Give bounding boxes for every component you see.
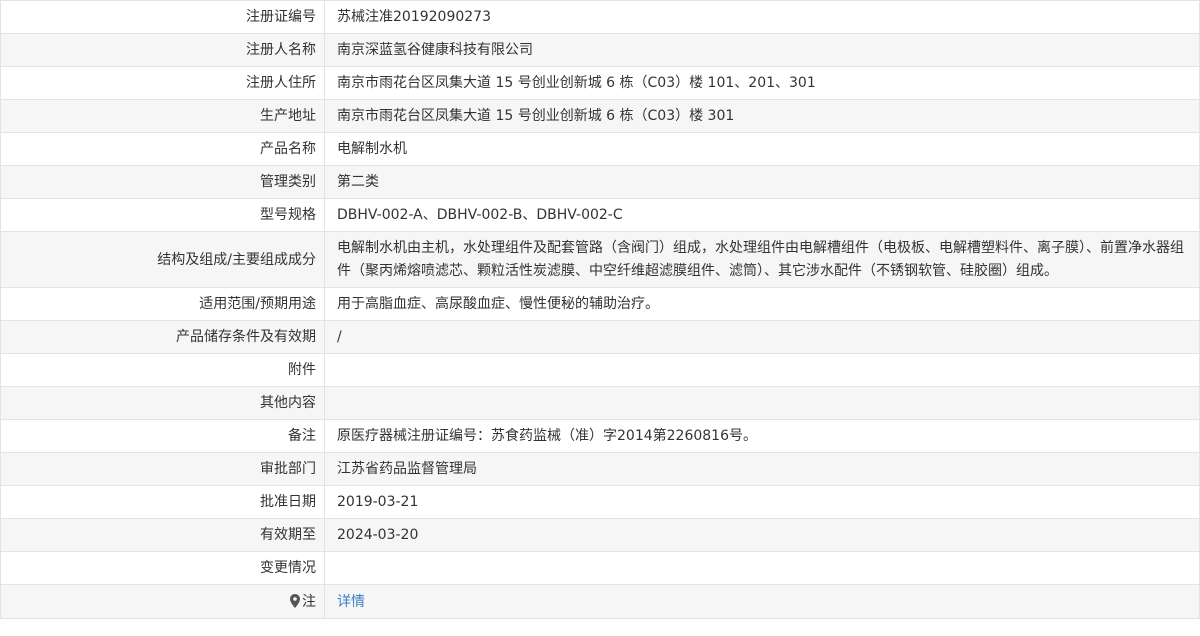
row-change-history: 变更情况 bbox=[0, 551, 1200, 585]
note-label-text: 注 bbox=[302, 593, 316, 610]
row-product-name: 产品名称 电解制水机 bbox=[0, 132, 1200, 166]
value-valid-until: 2024-03-20 bbox=[324, 518, 1200, 552]
map-pin-icon bbox=[290, 593, 300, 608]
label-product-name: 产品名称 bbox=[0, 132, 325, 166]
value-change-history bbox=[324, 551, 1200, 585]
value-note: 详情 bbox=[324, 584, 1200, 619]
label-registration-number: 注册证编号 bbox=[0, 0, 325, 34]
value-structure-composition: 电解制水机由主机，水处理组件及配套管路（含阀门）组成，水处理组件由电解槽组件（电… bbox=[324, 231, 1200, 288]
label-other-content: 其他内容 bbox=[0, 386, 325, 420]
row-structure-composition: 结构及组成/主要组成成分 电解制水机由主机，水处理组件及配套管路（含阀门）组成，… bbox=[0, 231, 1200, 288]
row-storage-validity: 产品储存条件及有效期 / bbox=[0, 320, 1200, 354]
label-registrant-address: 注册人住所 bbox=[0, 66, 325, 100]
label-production-address: 生产地址 bbox=[0, 99, 325, 133]
label-attachments: 附件 bbox=[0, 353, 325, 387]
value-product-name: 电解制水机 bbox=[324, 132, 1200, 166]
label-intended-use: 适用范围/预期用途 bbox=[0, 287, 325, 321]
value-intended-use: 用于高脂血症、高尿酸血症、慢性便秘的辅助治疗。 bbox=[324, 287, 1200, 321]
value-production-address: 南京市雨花台区凤集大道 15 号创业创新城 6 栋（C03）楼 301 bbox=[324, 99, 1200, 133]
row-registration-number: 注册证编号 苏械注准20192090273 bbox=[0, 0, 1200, 34]
row-attachments: 附件 bbox=[0, 353, 1200, 387]
label-model-spec: 型号规格 bbox=[0, 198, 325, 232]
label-note: 注 bbox=[0, 584, 325, 619]
label-remarks: 备注 bbox=[0, 419, 325, 453]
row-registrant-name: 注册人名称 南京深蓝氢谷健康科技有限公司 bbox=[0, 33, 1200, 67]
value-remarks: 原医疗器械注册证编号：苏食药监械（准）字2014第2260816号。 bbox=[324, 419, 1200, 453]
details-link[interactable]: 详情 bbox=[337, 594, 365, 610]
row-approval-date: 批准日期 2019-03-21 bbox=[0, 485, 1200, 519]
value-other-content bbox=[324, 386, 1200, 420]
row-production-address: 生产地址 南京市雨花台区凤集大道 15 号创业创新城 6 栋（C03）楼 301 bbox=[0, 99, 1200, 133]
row-approval-department: 审批部门 江苏省药品监督管理局 bbox=[0, 452, 1200, 486]
value-management-category: 第二类 bbox=[324, 165, 1200, 199]
row-other-content: 其他内容 bbox=[0, 386, 1200, 420]
row-remarks: 备注 原医疗器械注册证编号：苏食药监械（准）字2014第2260816号。 bbox=[0, 419, 1200, 453]
label-change-history: 变更情况 bbox=[0, 551, 325, 585]
registration-record-table: 注册证编号 苏械注准20192090273 注册人名称 南京深蓝氢谷健康科技有限… bbox=[0, 0, 1200, 619]
value-registrant-address: 南京市雨花台区凤集大道 15 号创业创新城 6 栋（C03）楼 101、201、… bbox=[324, 66, 1200, 100]
row-management-category: 管理类别 第二类 bbox=[0, 165, 1200, 199]
row-registrant-address: 注册人住所 南京市雨花台区凤集大道 15 号创业创新城 6 栋（C03）楼 10… bbox=[0, 66, 1200, 100]
value-approval-department: 江苏省药品监督管理局 bbox=[324, 452, 1200, 486]
label-approval-department: 审批部门 bbox=[0, 452, 325, 486]
value-approval-date: 2019-03-21 bbox=[324, 485, 1200, 519]
label-storage-validity: 产品储存条件及有效期 bbox=[0, 320, 325, 354]
label-approval-date: 批准日期 bbox=[0, 485, 325, 519]
row-valid-until: 有效期至 2024-03-20 bbox=[0, 518, 1200, 552]
value-model-spec: DBHV-002-A、DBHV-002-B、DBHV-002-C bbox=[324, 198, 1200, 232]
label-structure-composition: 结构及组成/主要组成成分 bbox=[0, 231, 325, 288]
value-attachments bbox=[324, 353, 1200, 387]
label-registrant-name: 注册人名称 bbox=[0, 33, 325, 67]
value-registrant-name: 南京深蓝氢谷健康科技有限公司 bbox=[324, 33, 1200, 67]
label-management-category: 管理类别 bbox=[0, 165, 325, 199]
row-note: 注 详情 bbox=[0, 584, 1200, 619]
value-storage-validity: / bbox=[324, 320, 1200, 354]
value-registration-number: 苏械注准20192090273 bbox=[324, 0, 1200, 34]
row-intended-use: 适用范围/预期用途 用于高脂血症、高尿酸血症、慢性便秘的辅助治疗。 bbox=[0, 287, 1200, 321]
label-valid-until: 有效期至 bbox=[0, 518, 325, 552]
row-model-spec: 型号规格 DBHV-002-A、DBHV-002-B、DBHV-002-C bbox=[0, 198, 1200, 232]
